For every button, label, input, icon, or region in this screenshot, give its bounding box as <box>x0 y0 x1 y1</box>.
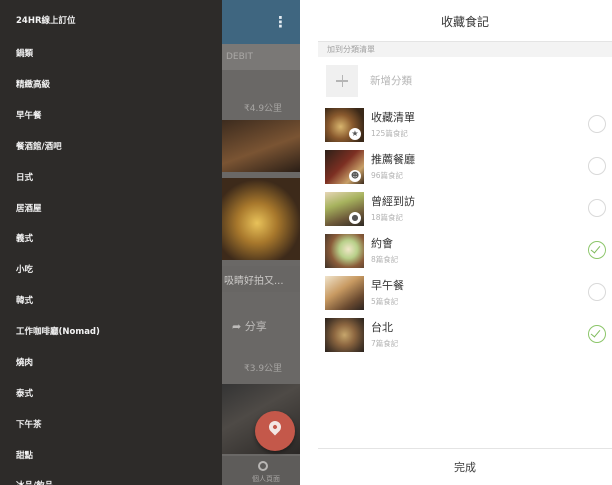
dialog-footer: 完成 <box>318 448 612 485</box>
smiley-icon: ☻ <box>349 170 361 182</box>
drawer-item-online-booking[interactable]: 24HR線上訂位 <box>16 12 76 30</box>
collection-name: 曾經到訪 <box>371 195 415 208</box>
share-button[interactable]: ➦ 分享 <box>232 318 267 334</box>
overflow-menu-icon[interactable]: ⋮ <box>273 12 288 32</box>
drawer-item-thai[interactable]: 泰式 <box>16 385 33 403</box>
share-icon: ➦ <box>232 320 242 333</box>
bottom-nav: 個人頁面 <box>222 456 300 485</box>
drawer-item-afternoon-tea[interactable]: 下午茶 <box>16 416 42 434</box>
collection-count: 8篇食記 <box>371 255 399 264</box>
drawer-item-work-cafe[interactable]: 工作咖啡廳(Nomad) <box>16 323 100 341</box>
collection-row-recommended[interactable]: ☻ 推薦餐廳 96篇食記 <box>318 145 612 187</box>
add-category-label[interactable]: 新增分類 <box>370 73 412 88</box>
drawer-item-desserts[interactable]: 甜點 <box>16 447 33 465</box>
plus-icon[interactable] <box>326 65 358 97</box>
done-button[interactable]: 完成 <box>318 449 612 485</box>
distance-label: ₹3.9公里 <box>244 364 283 374</box>
category-drawer: 24HR線上訂位 鍋類 精緻高級 早午餐 餐酒館/酒吧 日式 居酒屋 義式 小吃… <box>0 0 222 485</box>
collection-name: 台北 <box>371 321 393 334</box>
collection-name: 推薦餐廳 <box>371 153 415 166</box>
food-photo[interactable] <box>222 178 300 260</box>
collection-count: 96篇食記 <box>371 171 404 180</box>
person-icon[interactable] <box>258 461 268 471</box>
collection-name: 收藏清單 <box>371 111 415 124</box>
collection-row-date[interactable]: 約會 8篇食記 <box>318 229 612 271</box>
right-screenshot: 收藏食記 加到分類清單 新增分類 ★ 收藏清單 125篇食記 ☻ 推薦餐廳 96… <box>318 0 612 485</box>
drawer-item-brunch[interactable]: 早午餐 <box>16 107 42 125</box>
collection-count: 7篇食記 <box>371 339 399 348</box>
collection-count: 5篇食記 <box>371 297 399 306</box>
collection-name: 約會 <box>371 237 393 250</box>
background-app: ⋮ DEBIT ₹4.9公里 吸睛好拍又... ➦ 分享 ₹3.9公里 個人頁面 <box>222 0 300 485</box>
location-pin-icon <box>266 418 284 436</box>
collection-thumbnail <box>325 276 364 310</box>
drawer-item-snacks[interactable]: 小吃 <box>16 261 33 279</box>
collection-thumbnail: ● <box>325 192 364 226</box>
drawer-item-bbq[interactable]: 燒肉 <box>16 354 33 372</box>
add-category-row[interactable]: 新增分類 <box>318 57 612 103</box>
category-tabs[interactable]: DEBIT <box>222 44 300 70</box>
collection-count: 125篇食記 <box>371 129 408 138</box>
drawer-item-izakaya[interactable]: 居酒屋 <box>16 200 42 218</box>
distance-label: ₹4.9公里 <box>244 104 283 114</box>
drawer-item-japanese[interactable]: 日式 <box>16 169 33 187</box>
drawer-item-hotpot[interactable]: 鍋類 <box>16 45 33 63</box>
select-circle-icon[interactable] <box>588 115 606 133</box>
dialog-title: 收藏食記 <box>440 15 489 29</box>
drawer-item-bistro-bar[interactable]: 餐酒館/酒吧 <box>16 138 62 156</box>
map-fab-button[interactable] <box>255 411 295 451</box>
collection-thumbnail <box>325 318 364 352</box>
collection-thumbnail <box>325 234 364 268</box>
select-circle-icon[interactable] <box>588 283 606 301</box>
share-label: 分享 <box>244 320 267 333</box>
drawer-item-ice-drinks[interactable]: 冰品/飲品 <box>16 477 53 485</box>
section-header: 加到分類清單 <box>318 42 612 57</box>
collection-thumbnail: ★ <box>325 108 364 142</box>
dialog-header: 收藏食記 <box>318 0 612 42</box>
collection-row-saved-list[interactable]: ★ 收藏清單 125篇食記 <box>318 103 612 145</box>
location-pin-icon: ● <box>349 212 361 224</box>
select-circle-icon[interactable] <box>588 157 606 175</box>
drawer-item-fine-dining[interactable]: 精緻高級 <box>16 76 50 94</box>
collection-name: 早午餐 <box>371 279 404 292</box>
star-icon: ★ <box>349 128 361 140</box>
checked-circle-icon[interactable] <box>588 241 606 259</box>
food-photo[interactable] <box>222 120 300 172</box>
collection-row-brunch[interactable]: 早午餐 5篇食記 <box>318 271 612 313</box>
card-title[interactable]: 吸睛好拍又... <box>222 266 300 292</box>
drawer-item-italian[interactable]: 義式 <box>16 230 33 248</box>
app-top-bar: ⋮ <box>222 0 300 44</box>
checked-circle-icon[interactable] <box>588 325 606 343</box>
bottom-nav-label[interactable]: 個人頁面 <box>252 474 280 484</box>
select-circle-icon[interactable] <box>588 199 606 217</box>
collection-count: 18篇食記 <box>371 213 404 222</box>
collection-row-visited[interactable]: ● 曾經到訪 18篇食記 <box>318 187 612 229</box>
left-screenshot: ⋮ DEBIT ₹4.9公里 吸睛好拍又... ➦ 分享 ₹3.9公里 個人頁面… <box>0 0 300 485</box>
drawer-item-korean[interactable]: 韓式 <box>16 292 33 310</box>
collection-thumbnail: ☻ <box>325 150 364 184</box>
collection-row-taipei[interactable]: 台北 7篇食記 <box>318 313 612 355</box>
